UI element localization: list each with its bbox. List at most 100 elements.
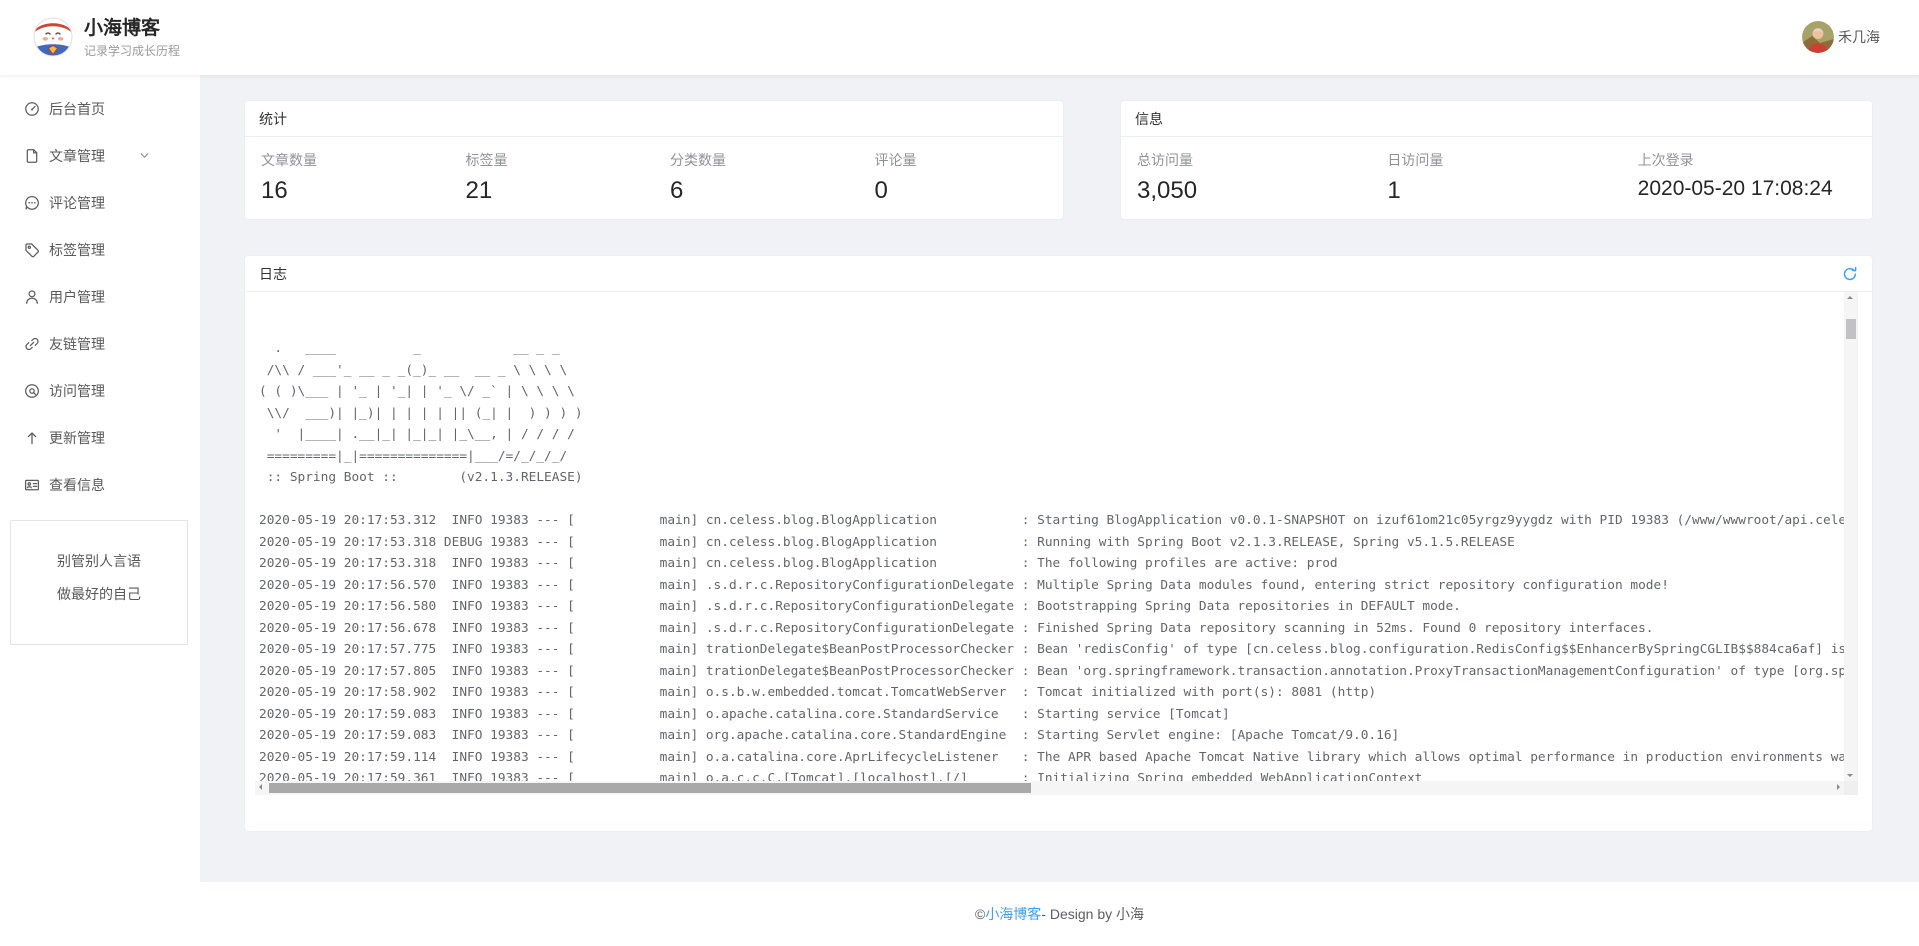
log-line: 2020-05-19 20:17:53.318 DEBUG 19383 --- … — [259, 532, 1844, 554]
sidebar-item-articles[interactable]: 文章管理 — [0, 132, 200, 179]
id-card-icon — [24, 477, 40, 493]
stat-value: 6 — [670, 177, 859, 205]
stat-label: 评论量 — [875, 150, 1064, 170]
stat-label: 分类数量 — [670, 150, 859, 170]
dashboard-icon — [24, 101, 40, 117]
scroll-up-arrow-icon[interactable] — [1847, 296, 1853, 299]
stat-tag-count: 标签量 21 — [450, 137, 655, 205]
sidebar-item-info[interactable]: 查看信息 — [0, 461, 200, 508]
stat-label: 文章数量 — [261, 150, 450, 170]
sidebar-item-label: 查看信息 — [49, 475, 105, 495]
scroll-left-arrow-icon[interactable] — [259, 784, 262, 790]
comment-icon — [24, 195, 40, 211]
page-footer: © 小海博客 - Design by 小海 — [200, 882, 1919, 946]
stats-card: 统计 文章数量 16 标签量 21 分类数量 6 评论量 0 — [244, 100, 1064, 220]
stat-label: 上次登录 — [1638, 150, 1872, 170]
site-title: 小海博客 — [84, 17, 180, 41]
sidebar-menu: 后台首页 文章管理 评论管理 标签管理 — [0, 75, 200, 508]
log-line: 2020-05-19 20:17:53.318 INFO 19383 --- [… — [259, 553, 1844, 575]
banner-line: . ____ _ __ _ _ — [259, 338, 1844, 360]
stat-label: 日访问量 — [1387, 150, 1621, 170]
stat-category-count: 分类数量 6 — [654, 137, 859, 205]
chevron-down-icon — [138, 149, 151, 162]
stat-article-count: 文章数量 16 — [245, 137, 450, 205]
motto-box: 别管别人言语 做最好的自己 — [10, 520, 188, 645]
app-header: 小海博客 记录学习成长历程 禾几海 — [0, 0, 1919, 75]
stat-total-visits: 总访问量 3,050 — [1121, 137, 1371, 205]
sidebar-item-label: 后台首页 — [49, 99, 105, 119]
vertical-scrollbar[interactable] — [1844, 292, 1858, 781]
stat-value: 3,050 — [1137, 177, 1371, 205]
footer-site-link[interactable]: 小海博客 — [985, 904, 1041, 924]
banner-line: /\\ / ___'_ __ _ _(_)_ __ __ _ \ \ \ \ — [259, 360, 1844, 382]
log-line: 2020-05-19 20:17:56.570 INFO 19383 --- [… — [259, 575, 1844, 597]
sidebar-item-visits[interactable]: 访问管理 — [0, 367, 200, 414]
user-icon — [24, 289, 40, 305]
log-line: 2020-05-19 20:17:59.361 INFO 19383 --- [… — [259, 768, 1844, 781]
log-card-title: 日志 — [259, 264, 287, 284]
stat-value: 0 — [875, 177, 1064, 205]
info-card-title: 信息 — [1135, 109, 1163, 129]
banner-line: =========|_|==============|___/=/_/_/_/ — [259, 446, 1844, 468]
stat-last-login: 上次登录 2020-05-20 17:08:24 — [1622, 137, 1872, 205]
motto-line-1: 别管别人言语 — [11, 545, 187, 578]
banner-line: \\/ ___)| |_)| | | | | || (_| | ) ) ) ) — [259, 403, 1844, 425]
log-line: 2020-05-19 20:17:59.083 INFO 19383 --- [… — [259, 725, 1844, 747]
sidebar-item-label: 用户管理 — [49, 287, 105, 307]
scrollbar-corner — [1844, 781, 1858, 795]
stat-daily-visits: 日访问量 1 — [1371, 137, 1621, 205]
banner-line: :: Spring Boot :: (v2.1.3.RELEASE) — [259, 467, 1844, 489]
tag-icon — [24, 242, 40, 258]
banner-line: ( ( )\___ | '_ | '_| | '_ \/ _` | \ \ \ … — [259, 381, 1844, 403]
log-entries: 2020-05-19 20:17:53.312 INFO 19383 --- [… — [259, 510, 1844, 781]
log-line: 2020-05-19 20:17:53.312 INFO 19383 --- [… — [259, 510, 1844, 532]
log-line: 2020-05-19 20:17:57.775 INFO 19383 --- [… — [259, 639, 1844, 661]
sidebar-item-tags[interactable]: 标签管理 — [0, 226, 200, 273]
log-card: 日志 . ____ _ __ _ _ /\\ / ___'_ __ _ _(_)… — [244, 255, 1873, 832]
user-menu[interactable]: 禾几海 — [1802, 21, 1880, 53]
vertical-scrollbar-thumb[interactable] — [1846, 319, 1856, 339]
sidebar-item-dashboard[interactable]: 后台首页 — [0, 85, 200, 132]
refresh-icon[interactable] — [1842, 266, 1858, 282]
sidebar-item-label: 更新管理 — [49, 428, 105, 448]
scroll-down-arrow-icon[interactable] — [1847, 774, 1853, 777]
user-name: 禾几海 — [1838, 27, 1880, 47]
log-text: . ____ _ __ _ _ /\\ / ___'_ __ _ _(_)_ _… — [255, 292, 1844, 781]
banner-line: ' |____| .__|_| |_|_| |_\__, | / / / / — [259, 424, 1844, 446]
stat-value: 16 — [261, 177, 450, 205]
log-line: 2020-05-19 20:17:59.083 INFO 19383 --- [… — [259, 704, 1844, 726]
user-avatar — [1802, 21, 1834, 53]
sidebar-item-comments[interactable]: 评论管理 — [0, 179, 200, 226]
compass-icon — [24, 383, 40, 399]
scroll-right-arrow-icon[interactable] — [1837, 784, 1840, 790]
log-line: 2020-05-19 20:17:57.805 INFO 19383 --- [… — [259, 661, 1844, 683]
sidebar: 后台首页 文章管理 评论管理 标签管理 — [0, 75, 200, 946]
sidebar-item-label: 友链管理 — [49, 334, 105, 354]
info-card: 信息 总访问量 3,050 日访问量 1 上次登录 2020-05-20 17:… — [1120, 100, 1873, 220]
sidebar-item-label: 标签管理 — [49, 240, 105, 260]
motto-line-2: 做最好的自己 — [11, 578, 187, 611]
stats-card-title: 统计 — [259, 109, 287, 129]
site-subtitle: 记录学习成长历程 — [84, 42, 180, 59]
spring-boot-banner: . ____ _ __ _ _ /\\ / ___'_ __ _ _(_)_ _… — [259, 338, 1844, 489]
log-line: 2020-05-19 20:17:56.580 INFO 19383 --- [… — [259, 596, 1844, 618]
sidebar-item-users[interactable]: 用户管理 — [0, 273, 200, 320]
footer-credit-text: - Design by 小海 — [1041, 904, 1144, 924]
stat-label: 总访问量 — [1137, 150, 1371, 170]
site-logo-icon — [33, 17, 73, 57]
horizontal-scrollbar[interactable] — [255, 781, 1844, 795]
document-icon — [24, 148, 40, 164]
sidebar-item-links[interactable]: 友链管理 — [0, 320, 200, 367]
stat-label: 标签量 — [466, 150, 655, 170]
arrow-up-icon — [24, 430, 40, 446]
sidebar-item-updates[interactable]: 更新管理 — [0, 414, 200, 461]
stat-value: 1 — [1387, 177, 1621, 205]
sidebar-item-label: 评论管理 — [49, 193, 105, 213]
stat-comment-count: 评论量 0 — [859, 137, 1064, 205]
horizontal-scrollbar-thumb[interactable] — [269, 783, 1031, 793]
stat-value: 21 — [466, 177, 655, 205]
log-line: 2020-05-19 20:17:59.114 INFO 19383 --- [… — [259, 747, 1844, 769]
log-line: 2020-05-19 20:17:56.678 INFO 19383 --- [… — [259, 618, 1844, 640]
brand[interactable]: 小海博客 记录学习成长历程 — [33, 17, 180, 59]
link-icon — [24, 336, 40, 352]
